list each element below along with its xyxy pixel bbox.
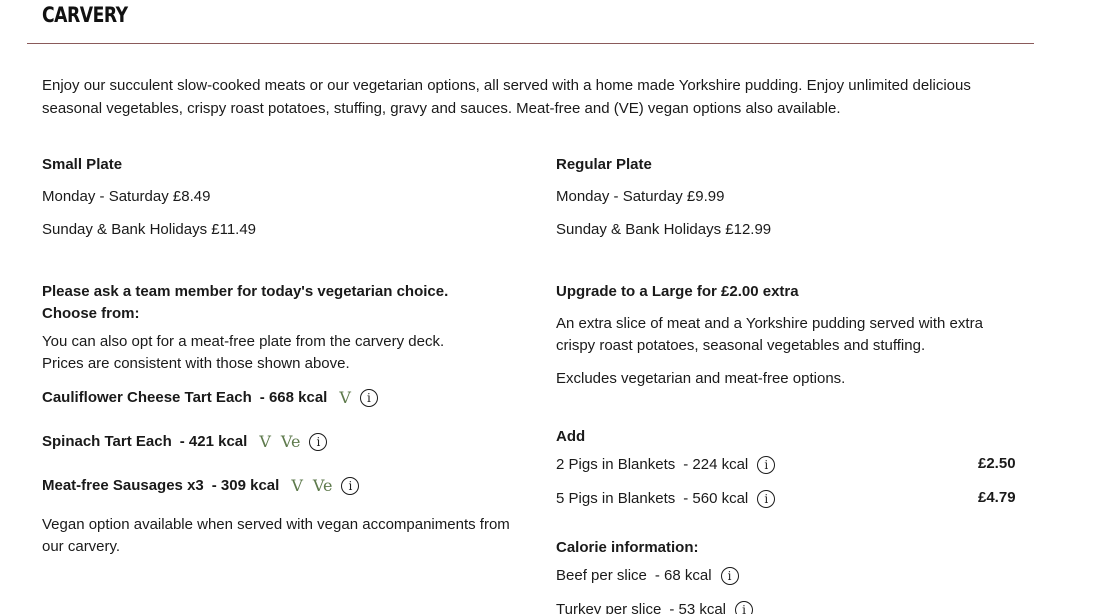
intro-text: Enjoy our succulent slow-cooked meats or… xyxy=(42,77,971,117)
add-item: 2 Pigs in Blankets - 224 kcal i xyxy=(556,455,776,475)
vegetarian-icon: V xyxy=(259,432,271,451)
upgrade-heading: Upgrade to a Large for £2.00 extra xyxy=(556,283,799,300)
calorie-item: Beef per slice - 68 kcal i xyxy=(556,566,739,586)
add-item-price: £2.50 xyxy=(978,455,1016,472)
item-name: Meat-free Sausages x3 xyxy=(42,477,204,494)
vegetarian-icon: V xyxy=(291,476,303,495)
regular-plate-weekday-price: Monday - Saturday £9.99 xyxy=(556,188,725,205)
item-name: 2 Pigs in Blankets xyxy=(556,456,676,473)
add-heading: Add xyxy=(556,428,586,445)
title-divider xyxy=(27,43,1034,44)
calorie-item: Turkey per slice - 53 kcal i xyxy=(556,600,754,614)
info-circle-icon[interactable]: i xyxy=(735,601,754,614)
item-name: Cauliflower Cheese Tart Each xyxy=(42,389,252,406)
info-circle-icon[interactable]: i xyxy=(309,433,328,451)
meat-free-note: You can also opt for a meat-free plate f… xyxy=(42,333,445,372)
vegan-icon: Ve xyxy=(280,432,301,451)
item-kcal: - 309 kcal xyxy=(211,477,280,494)
calorie-info-heading: Calorie information: xyxy=(556,539,699,556)
info-circle-icon[interactable]: i xyxy=(359,389,378,407)
item-name: 5 Pigs in Blankets xyxy=(556,490,676,507)
info-circle-icon[interactable]: i xyxy=(757,490,776,508)
add-item: 5 Pigs in Blankets - 560 kcal i xyxy=(556,489,776,509)
vegan-icon: Ve xyxy=(312,476,333,495)
vegetarian-subheading: Choose from: xyxy=(42,305,140,322)
vegan-note: Vegan option available when served with … xyxy=(42,516,510,555)
section-title: CARVERY xyxy=(42,3,128,27)
upgrade-description: An extra slice of meat and a Yorkshire p… xyxy=(556,315,983,354)
item-kcal: - 224 kcal xyxy=(683,456,749,473)
carvery-menu-section: CARVERY Enjoy our succulent slow-cooked … xyxy=(0,0,1093,614)
info-circle-icon[interactable]: i xyxy=(757,456,776,474)
vegetarian-item: Cauliflower Cheese Tart Each - 668 kcal … xyxy=(42,388,378,408)
item-name: Spinach Tart Each xyxy=(42,433,172,450)
item-kcal: - 53 kcal xyxy=(669,601,727,614)
vegetarian-item: Meat-free Sausages x3 - 309 kcal V Ve i xyxy=(42,476,360,496)
small-plate-weekend-price: Sunday & Bank Holidays £11.49 xyxy=(42,221,257,238)
item-kcal: - 560 kcal xyxy=(683,490,749,507)
item-kcal: - 421 kcal xyxy=(179,433,248,450)
vegetarian-item: Spinach Tart Each - 421 kcal V Ve i xyxy=(42,432,328,452)
item-kcal: - 68 kcal xyxy=(654,567,712,584)
info-circle-icon[interactable]: i xyxy=(341,477,360,495)
vegetarian-heading: Please ask a team member for today's veg… xyxy=(42,283,449,300)
info-circle-icon[interactable]: i xyxy=(720,567,739,585)
upgrade-exclusion: Excludes vegetarian and meat-free option… xyxy=(556,370,846,387)
small-plate-heading: Small Plate xyxy=(42,156,123,173)
item-kcal: - 668 kcal xyxy=(259,389,328,406)
small-plate-weekday-price: Monday - Saturday £8.49 xyxy=(42,188,211,205)
vegetarian-icon: V xyxy=(339,388,351,407)
item-name: Beef per slice xyxy=(556,567,647,584)
item-name: Turkey per slice xyxy=(556,601,662,614)
regular-plate-heading: Regular Plate xyxy=(556,156,652,173)
add-item-price: £4.79 xyxy=(978,489,1016,506)
regular-plate-weekend-price: Sunday & Bank Holidays £12.99 xyxy=(556,221,772,238)
